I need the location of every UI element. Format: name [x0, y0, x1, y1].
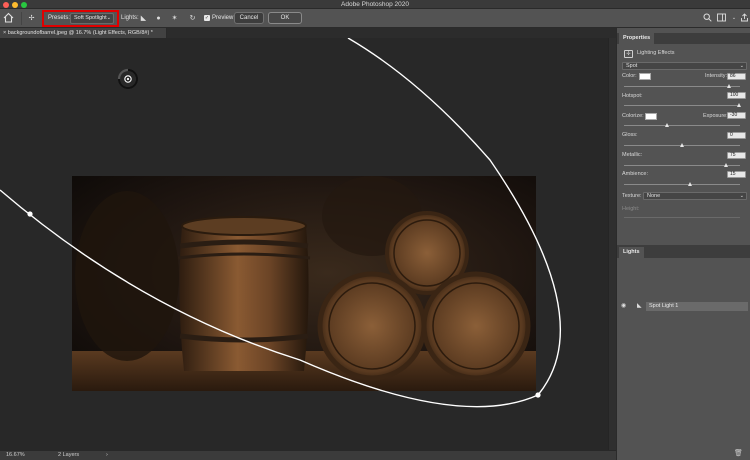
infinite-light-icon[interactable]: ✶: [169, 13, 180, 24]
document-tab-title: backgroundofbarrel.jpeg @ 16.7% (Light E…: [7, 30, 153, 36]
chevron-down-icon: ⌄: [739, 193, 744, 199]
zoom-level[interactable]: 16.67%: [6, 451, 25, 460]
intensity-slider[interactable]: [624, 84, 740, 88]
trash-icon[interactable]: 🗑: [734, 449, 743, 457]
presets-value: Soft Spotlight: [74, 15, 107, 21]
light-handle[interactable]: [535, 392, 541, 398]
reset-lights-icon[interactable]: ↻: [187, 13, 198, 24]
ambience-label: Ambience:: [622, 171, 648, 177]
chevron-down-icon: ⌄: [106, 15, 111, 21]
status-menu-arrow[interactable]: ›: [106, 451, 108, 460]
texture-label: Texture:: [622, 193, 642, 199]
app-title: Adobe Photoshop 2020: [341, 1, 409, 8]
home-icon[interactable]: [3, 12, 17, 25]
light-handle[interactable]: [27, 211, 33, 217]
ambience-slider[interactable]: [624, 182, 740, 186]
cancel-button[interactable]: Cancel: [234, 12, 264, 24]
preview-checkbox[interactable]: ✓: [204, 15, 210, 21]
separator: [21, 12, 22, 25]
exposure-input[interactable]: -30: [727, 112, 746, 119]
metallic-thumb[interactable]: [724, 163, 728, 167]
share-icon[interactable]: [739, 13, 749, 23]
hotspot-input[interactable]: 100: [727, 92, 746, 99]
ok-button[interactable]: OK: [268, 12, 302, 24]
intensity-input[interactable]: 86: [727, 73, 746, 80]
height-label: Height:: [622, 206, 640, 212]
presets-dropdown[interactable]: Soft Spotlight ⌄: [70, 13, 114, 24]
color-swatch[interactable]: [639, 73, 651, 80]
intensity-label: Intensity:: [705, 73, 728, 79]
texture-select[interactable]: None ⌄: [643, 192, 747, 200]
metallic-slider[interactable]: [624, 163, 740, 167]
chevron-down-icon: ⌄: [739, 63, 744, 69]
properties-header: Lighting Effects: [637, 50, 675, 56]
layers-count: 2 Layers: [58, 452, 80, 458]
spot-light-icon[interactable]: ◣: [138, 13, 149, 24]
lights-label: Lights:: [121, 15, 139, 21]
hotspot-thumb[interactable]: [737, 103, 741, 107]
visibility-eye-icon[interactable]: ◉: [621, 302, 626, 311]
tab-properties[interactable]: Properties: [619, 33, 655, 44]
search-icon[interactable]: [702, 13, 712, 23]
tab-lights[interactable]: Lights: [619, 247, 644, 258]
gloss-slider[interactable]: [624, 143, 740, 147]
light-intensity-widget[interactable]: [117, 68, 139, 90]
lights-tab-bar: Lights: [617, 247, 750, 258]
light-type-select[interactable]: Spot ⌄: [622, 62, 747, 70]
point-light-icon[interactable]: ●: [153, 13, 164, 24]
workspace-icon[interactable]: [716, 13, 726, 23]
status-bar: 16.67% 2 Layers ›: [0, 450, 616, 460]
gloss-thumb[interactable]: [680, 143, 684, 147]
canvas-area[interactable]: [0, 38, 608, 450]
height-slider: [624, 217, 740, 218]
texture-value: None: [647, 193, 661, 199]
metallic-label: Metallic:: [622, 152, 643, 158]
ambience-thumb[interactable]: [688, 182, 692, 186]
hotspot-label: Hotspot:: [622, 93, 643, 99]
light-name[interactable]: Spot Light 1: [646, 302, 748, 311]
spot-light-icon: ◣: [637, 303, 642, 309]
gloss-label: Gloss:: [622, 132, 638, 138]
options-bar: ✢ Presets: Soft Spotlight ⌄ Lights: ◣ ● …: [0, 9, 750, 28]
ambience-input[interactable]: 15: [727, 171, 746, 178]
colorize-label: Colorize:: [622, 113, 644, 119]
document-tab[interactable]: × backgroundofbarrel.jpeg @ 16.7% (Light…: [0, 28, 167, 38]
color-label: Color:: [622, 73, 637, 79]
metallic-input[interactable]: 75: [727, 152, 746, 159]
vertical-scrollbar[interactable]: [608, 38, 616, 450]
exposure-label: Exposure:: [703, 113, 728, 119]
exposure-thumb[interactable]: [665, 123, 669, 127]
hotspot-slider[interactable]: [624, 103, 741, 107]
preview-label: Preview: [212, 15, 234, 21]
colorize-swatch[interactable]: [645, 113, 657, 120]
presets-label: Presets:: [48, 15, 71, 21]
lighting-tool-icon[interactable]: ✢: [26, 13, 37, 24]
spotlight-ellipse[interactable]: [0, 38, 562, 408]
tab-bar-empty: [167, 28, 616, 38]
right-panel-dock: Properties ✢ Lighting Effects Spot ⌄ Col…: [616, 28, 750, 460]
chevron-down-icon[interactable]: ⌄: [729, 13, 739, 23]
lighting-effects-icon: ✢: [624, 50, 633, 58]
intensity-thumb[interactable]: [727, 84, 731, 88]
gloss-input[interactable]: 0: [727, 132, 746, 139]
light-overlay: [0, 38, 562, 408]
title-bar: Adobe Photoshop 2020: [0, 0, 750, 9]
properties-tab-bar: Properties: [617, 33, 750, 44]
light-list-item[interactable]: ◉ ◣ Spot Light 1: [621, 302, 749, 311]
exposure-slider[interactable]: [624, 123, 740, 127]
light-type-value: Spot: [626, 63, 638, 69]
